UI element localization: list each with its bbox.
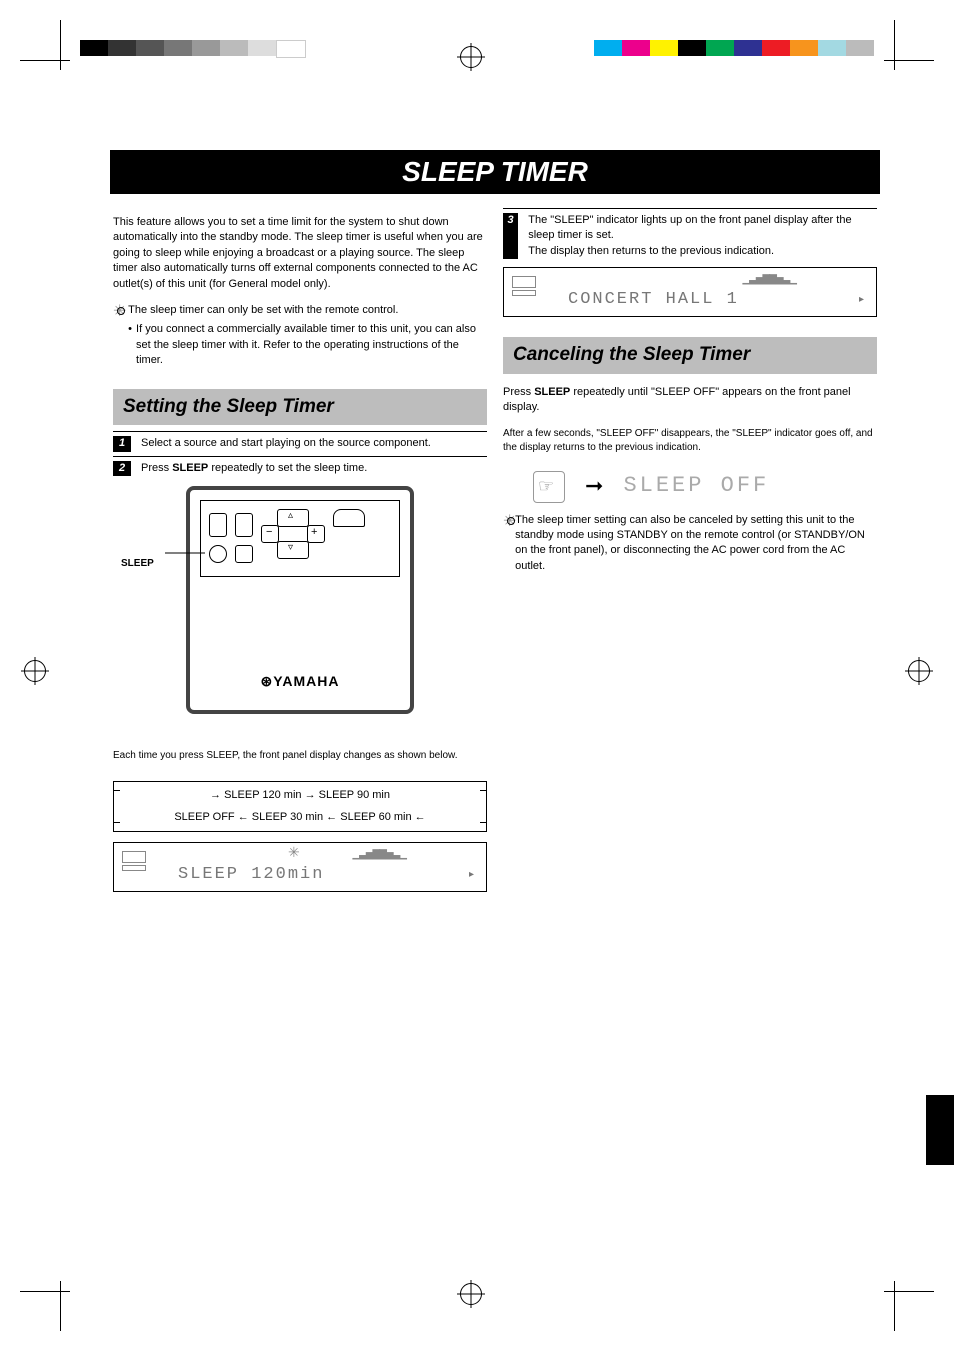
remote-illustration: ▵ ▿ − + ⊛YAMAHA: [186, 486, 414, 714]
registration-mark-bottom: [460, 1283, 482, 1305]
remote-btn-top-right: [333, 509, 365, 527]
remote-btn-4: [235, 545, 253, 563]
bullet-dot: •: [128, 322, 132, 368]
registration-mark-top: [460, 46, 482, 68]
right-column: 3 The "SLEEP" indicator lights up on the…: [495, 204, 885, 900]
left-column: This feature allows you to set a time li…: [105, 204, 495, 900]
sleep-cycle-diagram: → SLEEP 120 min → SLEEP 90 min SLEEP OFF…: [113, 781, 487, 832]
sleep-callout-label: SLEEP: [121, 558, 154, 569]
remote-down-button: ▿: [277, 541, 309, 559]
step-3-text-b: The display then returns to the previous…: [528, 244, 877, 259]
step-3-number: 3: [503, 213, 518, 259]
hint-icon: [113, 303, 122, 321]
colorbar-grayscale: [80, 40, 306, 56]
remote-panel: ▵ ▿ − +: [200, 500, 400, 577]
hint-icon: [503, 513, 509, 531]
cropmark-tl: [20, 20, 70, 70]
bullet-text: If you connect a commercially available …: [136, 322, 487, 368]
section-setting-sleep-timer: Setting the Sleep Timer: [113, 389, 487, 426]
section-canceling-sleep-timer: Canceling the Sleep Timer: [503, 337, 877, 374]
flow-description: Each time you press SLEEP, the front pan…: [113, 749, 487, 763]
page-content: SLEEP TIMER This feature allows you to s…: [105, 100, 885, 900]
cropmark-bl: [20, 1281, 70, 1331]
remote-brand: ⊛YAMAHA: [190, 672, 410, 692]
step-1-text: Select a source and start playing on the…: [141, 436, 431, 451]
arrow-icon: ➞: [585, 471, 603, 502]
step-3-text-a: The "SLEEP" indicator lights up on the f…: [528, 213, 877, 244]
side-tab: [926, 1095, 954, 1165]
page-title: SLEEP TIMER: [110, 150, 880, 194]
colorbar-color: [594, 40, 874, 56]
lcd-concert-hall: ▁▃▅▇▇▅▃▁ CONCERT HALL 1 ▸: [503, 267, 877, 317]
divider: [113, 456, 487, 457]
sleep-off-display: SLEEP OFF: [623, 471, 769, 502]
lcd-sleep-120: ▁▃▅▇▇▅▃▁ ✳ SLEEP 120min ▸: [113, 842, 487, 892]
note-text: The sleep timer can only be set with the…: [128, 303, 487, 318]
tip-text: The sleep timer setting can also be canc…: [515, 513, 877, 575]
remote-sleep-button: [209, 545, 227, 563]
remote-plus-button: +: [307, 525, 325, 543]
divider: [113, 431, 487, 432]
divider: [503, 208, 877, 209]
remote-btn-2: [235, 513, 253, 537]
cropmark-tr: [884, 20, 934, 70]
registration-mark-right: [908, 660, 930, 682]
press-icon: [533, 471, 565, 503]
remote-btn-1: [209, 513, 227, 537]
cancel-instruction: Press SLEEP repeatedly until "SLEEP OFF"…: [503, 385, 877, 416]
callout-line: [165, 545, 205, 565]
cancel-note: After a few seconds, "SLEEP OFF" disappe…: [503, 427, 877, 455]
sleep-button-ref: SLEEP: [534, 386, 570, 398]
registration-mark-left: [24, 660, 46, 682]
cropmark-br: [884, 1281, 934, 1331]
step-1-number: 1: [113, 436, 131, 451]
intro-text: This feature allows you to set a time li…: [113, 215, 487, 292]
step-2-number: 2: [113, 461, 131, 476]
remote-minus-button: −: [261, 525, 279, 543]
step-2-text: Press SLEEP repeatedly to set the sleep …: [141, 461, 367, 476]
sleep-button-ref: SLEEP: [172, 462, 208, 474]
remote-up-button: ▵: [277, 509, 309, 527]
